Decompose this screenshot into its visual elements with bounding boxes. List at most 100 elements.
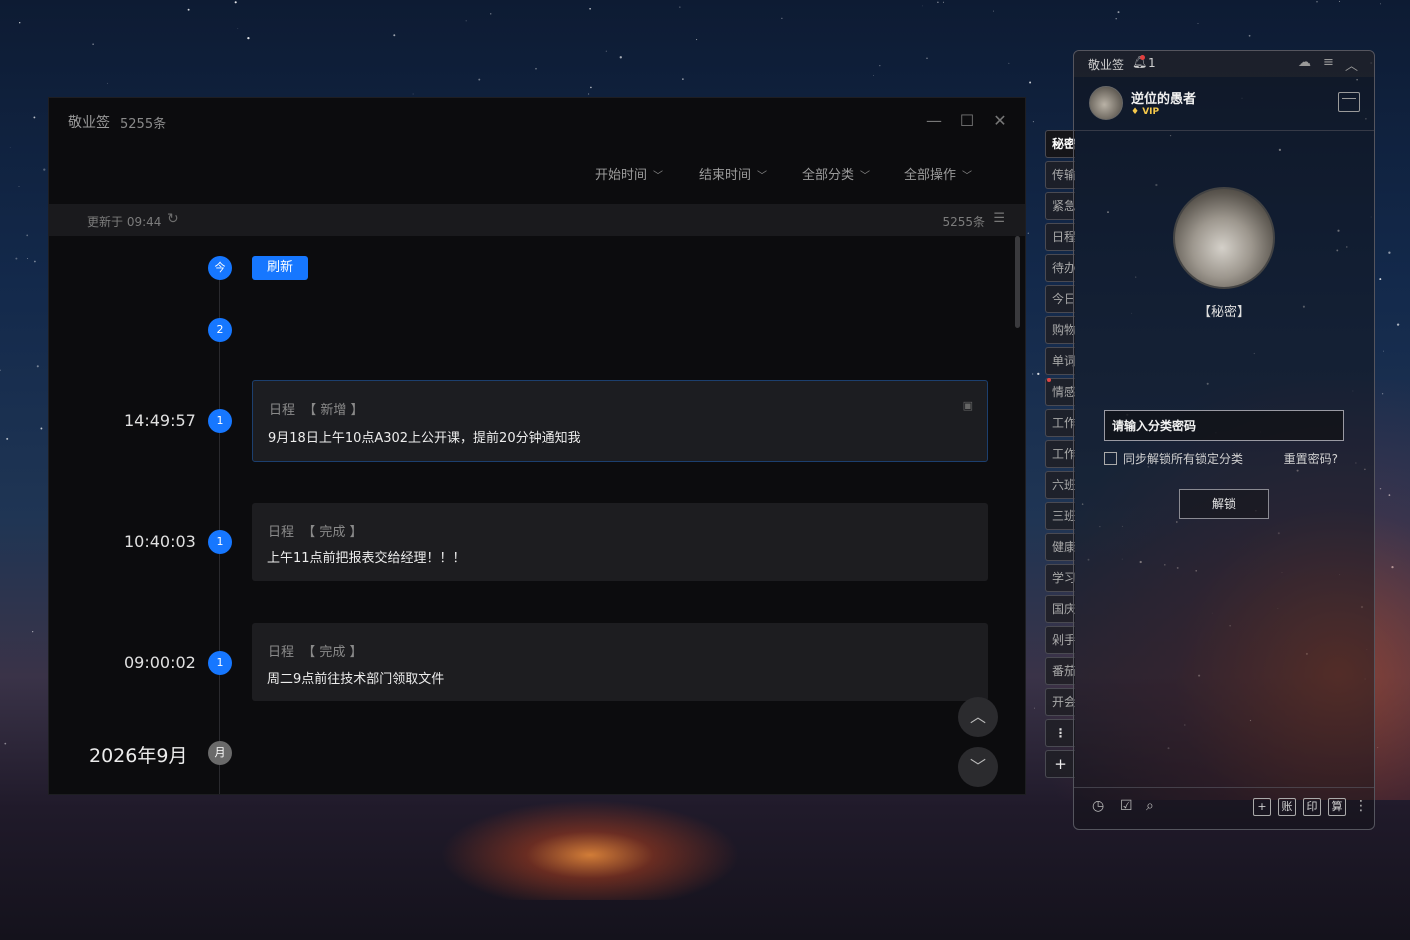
today-badge: 今 <box>208 256 232 280</box>
star <box>107 82 108 84</box>
more-tabs-icon[interactable]: ⋮ <box>1045 719 1075 747</box>
reset-password-link[interactable]: 重置密码? <box>1284 450 1338 467</box>
total-count: 5255条 <box>942 215 985 229</box>
unread-dot <box>1047 378 1051 382</box>
search-icon[interactable]: ⌕ <box>1146 798 1154 814</box>
close-button[interactable]: ✕ <box>989 110 1011 132</box>
refresh-button[interactable]: 刷新 <box>252 256 308 280</box>
cloud-sync-icon[interactable]: ☁ <box>1298 55 1311 70</box>
clock-icon[interactable]: ◷ <box>1092 798 1104 814</box>
calendar-icon[interactable] <box>1338 92 1360 112</box>
star <box>1115 17 1117 20</box>
entry-time: 09:00:02 <box>124 653 196 672</box>
star <box>781 17 783 19</box>
tab-meeting[interactable]: 开会 <box>1045 688 1075 716</box>
tab-class-six[interactable]: 六班 <box>1045 471 1075 499</box>
filter-operation[interactable]: 全部操作 ﹀ <box>904 164 972 183</box>
star <box>1034 707 1035 709</box>
timeline-card[interactable]: 日程 【 完成 】 上午11点前把报表交给经理！！！ <box>252 503 988 581</box>
menu-icon[interactable]: ≡ <box>1323 55 1334 70</box>
calculator-button[interactable]: 算 <box>1328 798 1346 816</box>
more-icon[interactable]: ⋮ <box>1354 798 1368 814</box>
tab-work-1[interactable]: 工作 <box>1045 409 1075 437</box>
print-button[interactable]: 印 <box>1303 798 1321 816</box>
panel-header[interactable]: 敬业签 🔔︎ 1 ☁ ≡ ︿ <box>1074 51 1374 77</box>
save-icon[interactable]: ▣ <box>963 399 973 412</box>
star <box>4 742 7 745</box>
star <box>1388 494 1391 496</box>
user-bar: 逆位的愚者 ♦ VIP <box>1074 77 1374 131</box>
chevron-down-icon: ﹀ <box>757 171 768 182</box>
star <box>1377 747 1379 749</box>
entry-category: 日程 【 新增 】 <box>269 403 364 418</box>
password-input[interactable] <box>1104 410 1344 441</box>
star <box>43 168 46 171</box>
star <box>36 365 39 368</box>
chevron-down-icon: ﹀ <box>860 171 871 182</box>
title-bar[interactable]: 敬业签 5255条 — ☐ ✕ <box>49 98 1025 144</box>
collapse-icon[interactable]: ︿ <box>1345 55 1358 74</box>
tab-words[interactable]: 单词 <box>1045 347 1075 375</box>
tab-work-2[interactable]: 工作 <box>1045 440 1075 468</box>
list-view-icon[interactable]: ☰ <box>993 211 1005 226</box>
scroll-up-button[interactable]: ︿ <box>958 697 998 737</box>
star <box>943 1 944 3</box>
tab-secret[interactable]: 秘密 <box>1045 130 1075 158</box>
star <box>1197 23 1199 25</box>
star <box>19 22 21 24</box>
filter-start-time[interactable]: 开始时间 ﹀ <box>595 164 663 183</box>
add-tab-icon[interactable]: + <box>1045 750 1075 778</box>
tab-schedule[interactable]: 日程 <box>1045 223 1075 251</box>
scroll-down-button[interactable]: ﹀ <box>958 747 998 787</box>
star <box>589 7 591 10</box>
star <box>1379 278 1382 281</box>
filter-category[interactable]: 全部分类 ﹀ <box>802 164 870 183</box>
tab-study[interactable]: 学习 <box>1045 564 1075 592</box>
tab-emotion[interactable]: 情感 <box>1045 378 1075 406</box>
maximize-button[interactable]: ☐ <box>956 110 978 132</box>
tab-class-three[interactable]: 三班 <box>1045 502 1075 530</box>
status-bar: 更新于 09:44 ↻ 5255条 ☰ <box>49 204 1025 236</box>
sync-unlock-checkbox[interactable]: 同步解锁所有锁定分类 <box>1104 450 1243 467</box>
scrollbar[interactable] <box>1015 236 1020 328</box>
star <box>619 56 622 59</box>
unlock-button[interactable]: 解锁 <box>1179 489 1269 519</box>
timeline-card[interactable]: 日程 【 完成 】 周二9点前往技术部门领取文件 <box>252 623 988 701</box>
campfire-glow <box>440 800 740 900</box>
star <box>1029 81 1032 84</box>
star <box>26 234 29 237</box>
tab-tomato[interactable]: 番茄 <box>1045 657 1075 685</box>
vip-badge: ♦ VIP <box>1131 107 1160 117</box>
star <box>478 78 481 81</box>
star <box>6 437 9 440</box>
tab-transfer[interactable]: 传输 <box>1045 161 1075 189</box>
check-calendar-icon[interactable]: ☑ <box>1120 798 1133 814</box>
star <box>1380 3 1381 5</box>
notification-count: 1 <box>1148 56 1156 70</box>
ledger-button[interactable]: 账 <box>1278 798 1296 816</box>
star <box>92 43 94 45</box>
month-badge: 月 <box>208 741 232 765</box>
tab-shopping[interactable]: 购物 <box>1045 316 1075 344</box>
tab-todo[interactable]: 待办 <box>1045 254 1075 282</box>
minimize-button[interactable]: — <box>923 110 945 132</box>
star <box>605 50 607 52</box>
app-title: 敬业签 <box>68 115 110 131</box>
checkbox-icon[interactable] <box>1104 452 1117 465</box>
tab-shopaholic[interactable]: 剁手 <box>1045 626 1075 654</box>
add-icon[interactable]: + <box>1253 798 1271 816</box>
star <box>682 78 684 80</box>
tab-national-day[interactable]: 国庆 <box>1045 595 1075 623</box>
username: 逆位的愚者 <box>1131 92 1197 107</box>
refresh-icon[interactable]: ↻ <box>167 211 179 227</box>
tab-health[interactable]: 健康 <box>1045 533 1075 561</box>
tab-urgent[interactable]: 紧急 <box>1045 192 1075 220</box>
entry-count-badge: 1 <box>208 530 232 554</box>
entry-text: 9月18日上午10点A302上公开课，提前20分钟通知我 <box>268 431 581 446</box>
timeline-card[interactable]: 日程 【 新增 】 ▣ 9月18日上午10点A302上公开课，提前20分钟通知我 <box>252 380 988 462</box>
filter-end-time[interactable]: 结束时间 ﹀ <box>699 164 767 183</box>
avatar[interactable] <box>1089 86 1123 120</box>
star <box>926 57 928 59</box>
tab-today[interactable]: 今日 <box>1045 285 1075 313</box>
star <box>393 34 396 37</box>
